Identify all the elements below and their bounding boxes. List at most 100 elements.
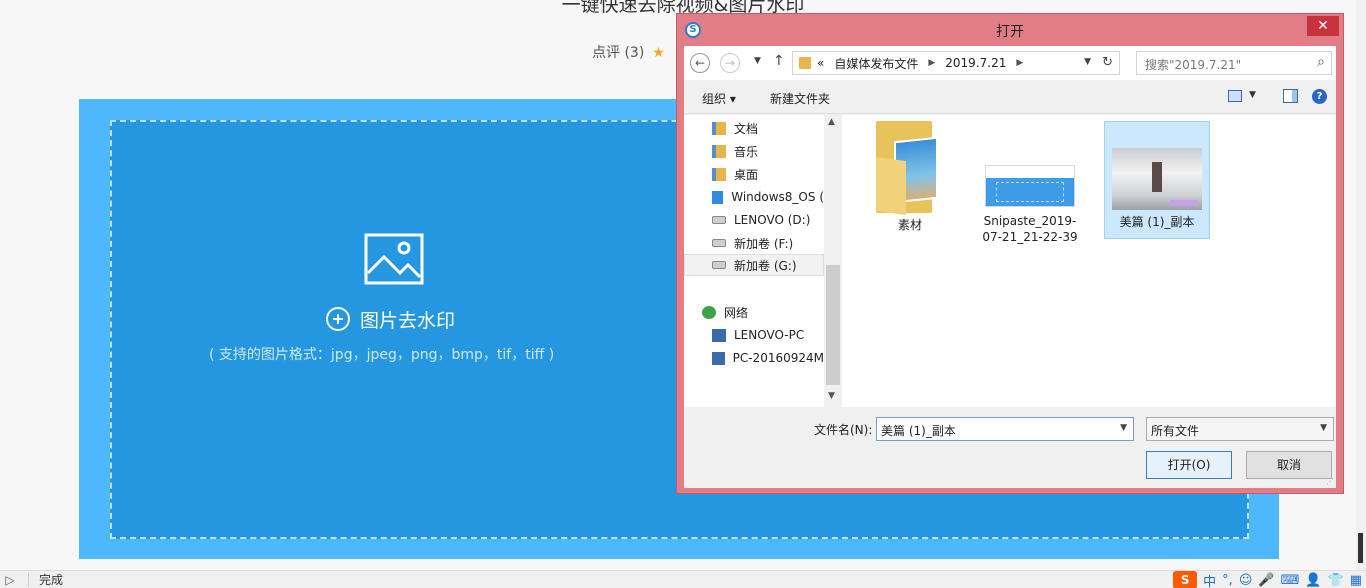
dialog-body: ← → ▼ ↑ « 自媒体发布文件 ▶ 2019.7.21 ▶ ▼ ↻ 搜索"2… <box>684 46 1336 488</box>
nav-item-label: 网络 <box>724 305 749 320</box>
ime-tray: S 中 °, ☺ 🎤 ⌨ 👤 👕 ▦ <box>1173 571 1366 588</box>
filename-input[interactable]: 美篇 (1)_副本 ▼ <box>876 417 1134 441</box>
nav-item-drive-f[interactable]: 新加卷 (F:) <box>712 232 824 254</box>
mic-icon[interactable]: 🎤 <box>1258 573 1274 588</box>
dialog-footer: 文件名(N): 美篇 (1)_副本 ▼ 所有文件 ▼ 打开(O) 取消 ⋰ <box>684 407 1336 488</box>
skin-icon[interactable]: 👕 <box>1328 573 1344 588</box>
nav-item-computer[interactable]: PC-20160924M <box>712 347 824 369</box>
nav-item-windows-drive[interactable]: Windows8_OS ( <box>712 186 824 208</box>
nav-item-drive-g[interactable]: 新加卷 (G:) <box>684 254 824 276</box>
computer-icon <box>712 328 726 342</box>
status-divider <box>28 572 29 587</box>
star-icon: ★ <box>652 45 665 61</box>
nav-item-label: 新加卷 (G:) <box>734 258 797 273</box>
supported-formats: ( 支持的图片格式：jpg，jpeg，png，bmp，tif，tiff ) <box>209 347 555 363</box>
network-icon <box>702 305 716 319</box>
dialog-title: 打开 <box>996 24 1024 40</box>
upload-image-button[interactable]: 图片去水印 <box>326 304 526 334</box>
nav-item-label: 音乐 <box>734 144 759 159</box>
ime-lang[interactable]: 中 <box>1203 571 1216 588</box>
file-name: 07-21_21-22-39 <box>982 230 1078 244</box>
nav-item-computer[interactable]: LENOVO-PC <box>712 324 824 346</box>
recent-locations-chevron-icon[interactable]: ▼ <box>754 56 761 66</box>
sogou-ime-icon[interactable]: S <box>1173 571 1198 588</box>
music-icon <box>712 144 726 158</box>
cancel-button[interactable]: 取消 <box>1246 451 1332 479</box>
breadcrumb-overflow[interactable]: « <box>817 56 824 70</box>
nav-item-label: 新加卷 (F:) <box>734 236 794 251</box>
search-icon[interactable]: ⌕ <box>1317 54 1325 70</box>
user-icon[interactable]: 👤 <box>1305 573 1321 588</box>
folder-thumbnail-icon <box>874 121 946 216</box>
address-bar[interactable]: « 自媒体发布文件 ▶ 2019.7.21 ▶ ▼ ↻ <box>792 51 1120 75</box>
breadcrumb-chevron-icon[interactable]: ▶ <box>1016 58 1023 68</box>
breadcrumb-chevron-icon[interactable]: ▶ <box>928 58 935 68</box>
upload-button-label: 图片去水印 <box>360 309 456 332</box>
help-icon[interactable]: ? <box>1312 89 1327 104</box>
back-button[interactable]: ← <box>690 53 710 73</box>
documents-icon <box>712 121 726 135</box>
ime-punct[interactable]: °, <box>1222 573 1233 588</box>
address-row: ← → ▼ ↑ « 自媒体发布文件 ▶ 2019.7.21 ▶ ▼ ↻ 搜索"2… <box>684 46 1336 80</box>
drive-icon <box>712 216 726 224</box>
dialog-titlebar[interactable]: S 打开 ✕ <box>677 14 1343 46</box>
refresh-icon[interactable]: ↻ <box>1102 55 1113 70</box>
breadcrumb-item[interactable]: 自媒体发布文件 <box>834 55 918 72</box>
image-icon <box>364 233 424 285</box>
file-item-folder[interactable]: 素材 <box>862 121 958 233</box>
up-arrow-icon[interactable]: ↑ <box>773 53 785 69</box>
file-item-image[interactable]: Snipaste_2019- 07-21_21-22-39 <box>978 165 1082 245</box>
organize-button[interactable]: 组织 ▾ <box>702 90 736 107</box>
resize-grip-icon[interactable]: ⋰ <box>1326 477 1334 486</box>
scroll-down-icon[interactable]: ▼ <box>828 391 835 401</box>
file-item-image-selected[interactable]: 美篇 (1)_副本 <box>1104 121 1210 239</box>
preview-pane-icon[interactable] <box>1283 89 1298 103</box>
page-scrollbar[interactable] <box>1356 0 1366 570</box>
close-button[interactable]: ✕ <box>1307 16 1339 36</box>
nav-item-label: LENOVO (D:) <box>734 213 811 227</box>
search-placeholder: 搜索"2019.7.21" <box>1145 58 1242 72</box>
status-text: 完成 <box>39 573 64 587</box>
page-scroll-thumb[interactable] <box>1358 533 1363 563</box>
file-name: Snipaste_2019- <box>983 214 1077 228</box>
chevron-down-icon[interactable]: ▼ <box>1320 423 1327 433</box>
nav-item-network[interactable]: 网络 <box>702 301 824 323</box>
view-dropdown-icon[interactable]: ▼ <box>1249 90 1256 100</box>
drive-icon <box>712 239 726 247</box>
breadcrumb-item[interactable]: 2019.7.21 <box>945 56 1006 70</box>
navigation-pane: 文档 音乐 桌面 Windows8_OS ( LENOVO (D:) 新加卷 (… <box>684 115 842 407</box>
filetype-select[interactable]: 所有文件 ▼ <box>1146 417 1334 441</box>
keyboard-icon[interactable]: ⌨ <box>1281 573 1300 588</box>
nav-scrollbar[interactable]: ▲ ▼ <box>824 115 842 407</box>
rating[interactable]: 点评 (3) ★ <box>592 42 665 62</box>
toolbox-icon[interactable]: ▦ <box>1350 573 1362 588</box>
view-options-icon[interactable] <box>1228 90 1242 102</box>
nav-item-label: 桌面 <box>734 167 759 182</box>
image-thumbnail <box>985 165 1075 207</box>
nav-item-drive-d[interactable]: LENOVO (D:) <box>712 209 824 231</box>
folder-icon <box>799 57 811 69</box>
filetype-value: 所有文件 <box>1151 424 1200 438</box>
address-dropdown-icon[interactable]: ▼ <box>1084 57 1091 67</box>
chevron-down-icon[interactable]: ▼ <box>1120 423 1127 433</box>
rating-label: 点评 (3) <box>592 45 645 61</box>
status-bar: ▷ 完成 S 中 °, ☺ 🎤 ⌨ 👤 👕 ▦ <box>0 570 1366 588</box>
emoji-icon[interactable]: ☺ <box>1239 573 1253 588</box>
nav-item-label: 文档 <box>734 121 759 136</box>
plus-circle-icon <box>326 307 350 331</box>
play-icon[interactable]: ▷ <box>0 573 20 587</box>
open-button[interactable]: 打开(O) <box>1146 451 1232 479</box>
drive-icon <box>712 261 726 269</box>
nav-item-label: PC-20160924M <box>732 351 824 365</box>
computer-icon <box>712 351 725 365</box>
nav-item-label: LENOVO-PC <box>734 328 805 342</box>
nav-scroll-thumb[interactable] <box>826 265 840 385</box>
new-folder-button[interactable]: 新建文件夹 <box>770 90 830 107</box>
forward-button[interactable]: → <box>720 53 740 73</box>
scroll-up-icon[interactable]: ▲ <box>828 117 835 127</box>
image-thumbnail <box>1112 148 1202 210</box>
file-name: 美篇 (1)_副本 <box>1119 215 1195 229</box>
windows-drive-icon <box>712 190 724 204</box>
filename-value: 美篇 (1)_副本 <box>881 424 956 438</box>
search-input[interactable]: 搜索"2019.7.21" ⌕ <box>1136 51 1332 75</box>
